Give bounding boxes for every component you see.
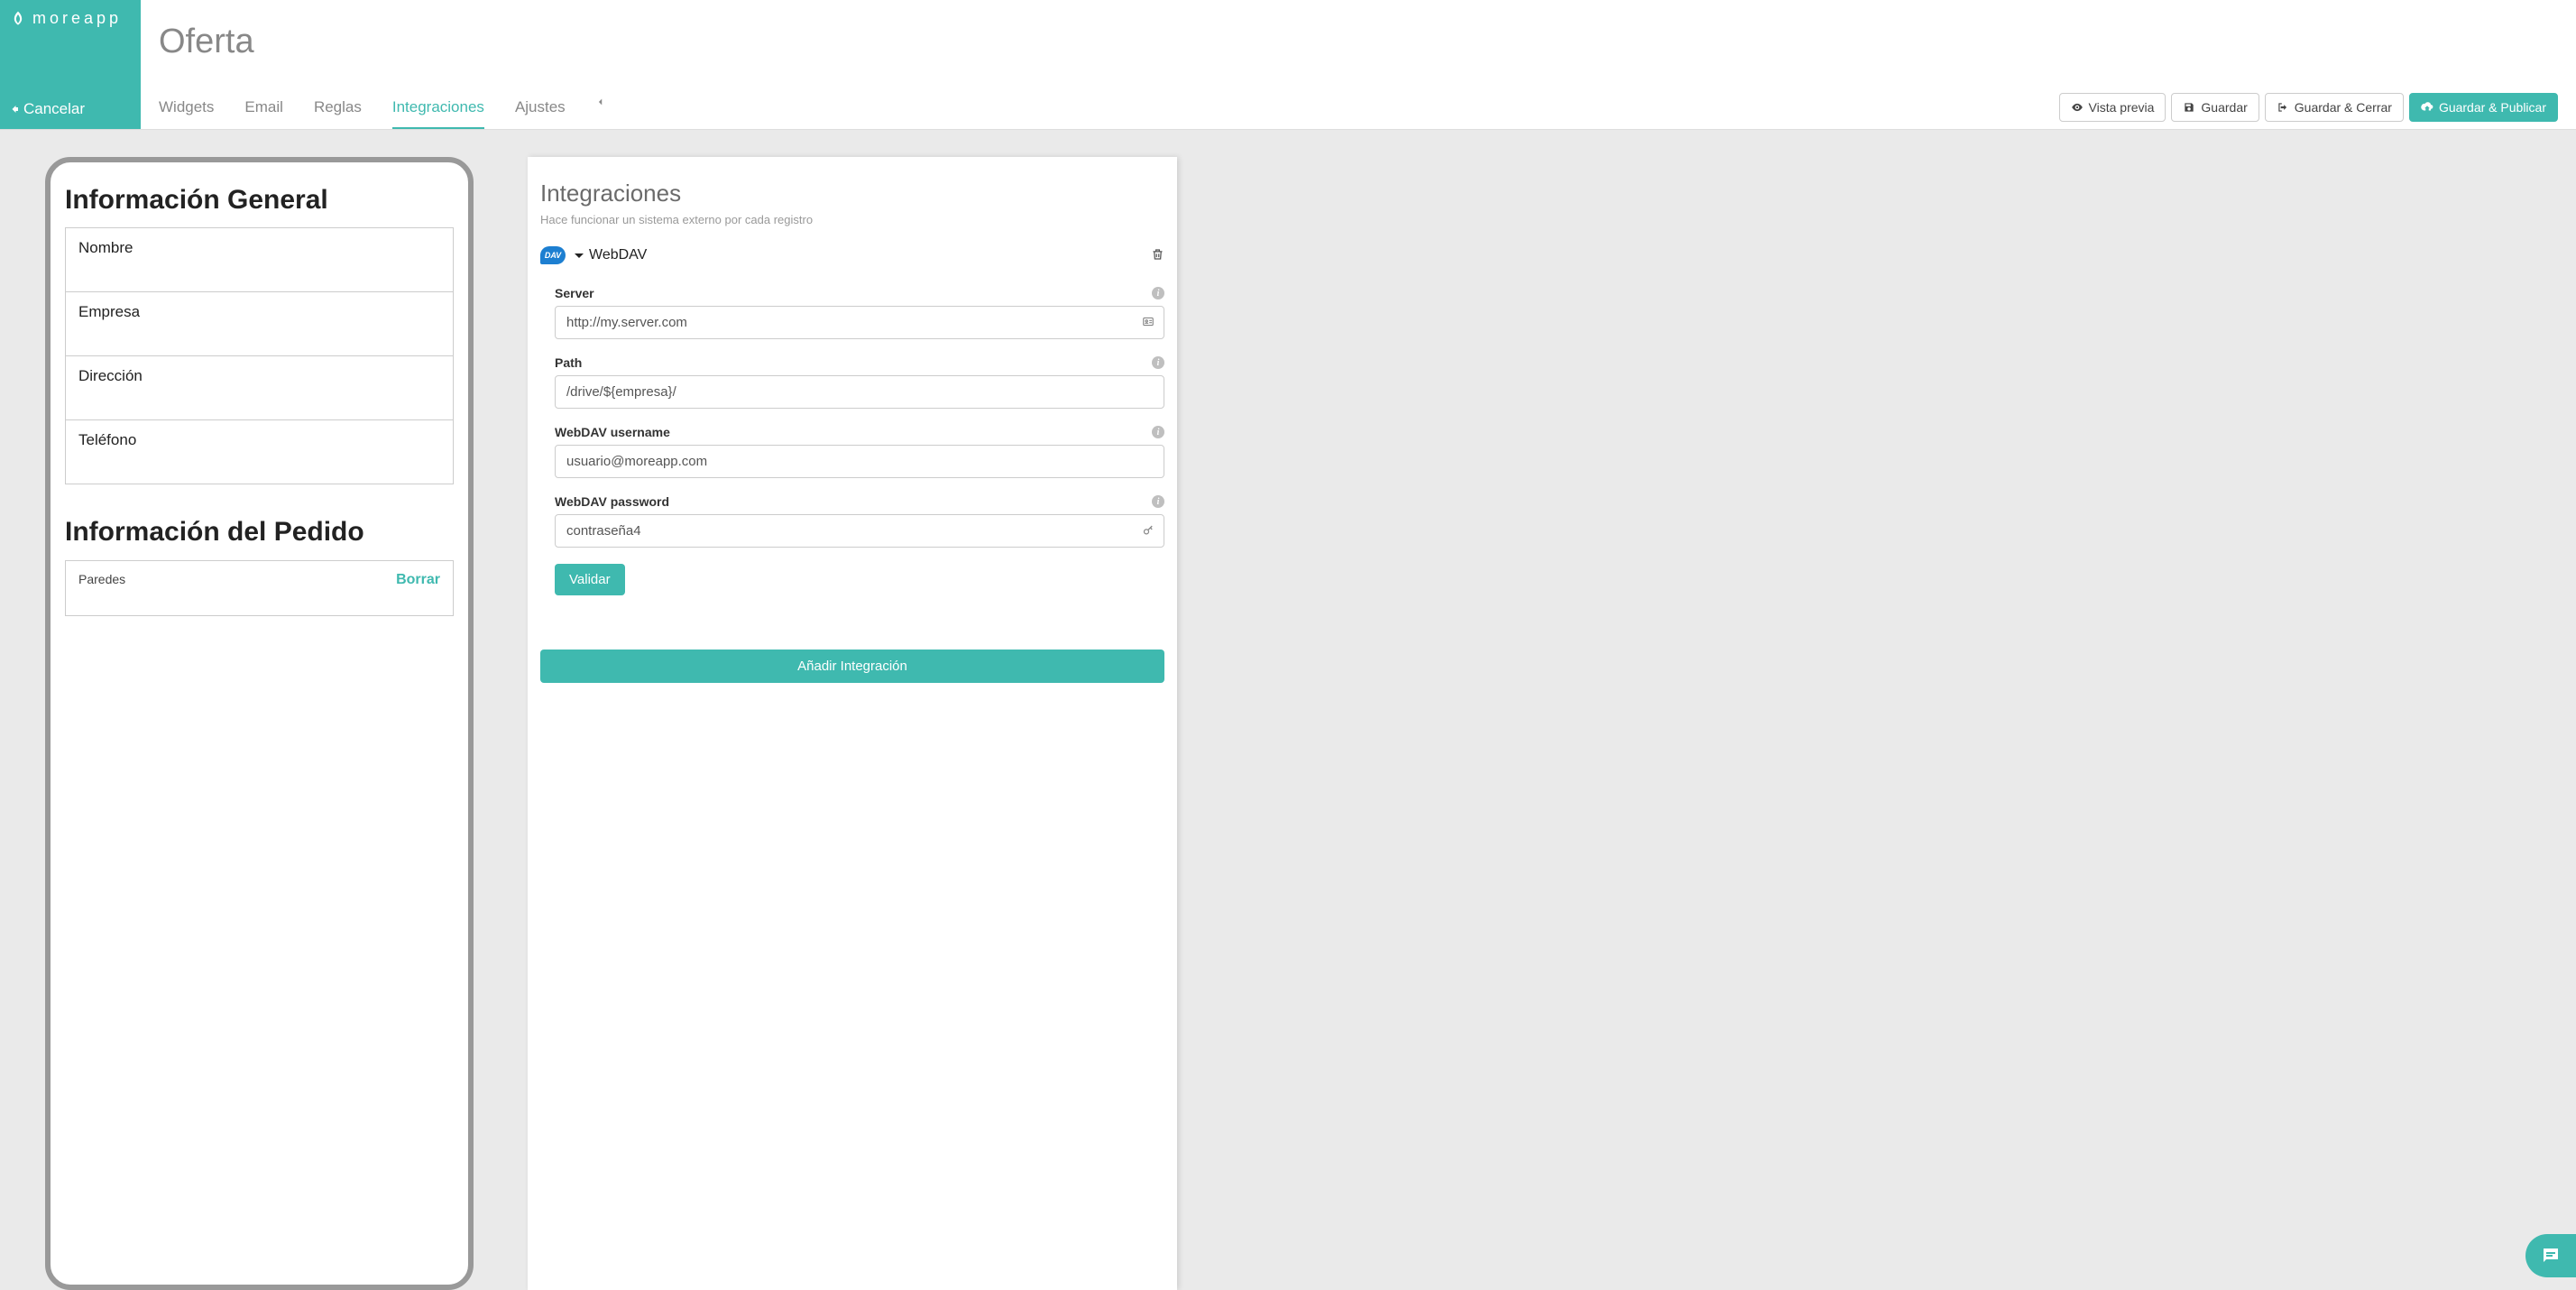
info-icon[interactable]: i	[1152, 356, 1164, 369]
cloud-upload-icon	[2421, 101, 2433, 114]
field-nombre[interactable]: Nombre	[65, 227, 454, 292]
panel-title: Integraciones	[540, 180, 1164, 207]
sign-out-icon	[2277, 101, 2289, 114]
integration-header[interactable]: DAV WebDAV	[540, 243, 1164, 268]
brand-logo: moreapp	[9, 9, 132, 28]
field-empresa[interactable]: Empresa	[65, 291, 454, 356]
tabs: Widgets Email Reglas Integraciones Ajust…	[159, 89, 605, 129]
info-icon[interactable]: i	[1152, 287, 1164, 299]
info-icon[interactable]: i	[1152, 495, 1164, 508]
chevron-left-icon[interactable]	[596, 96, 605, 124]
save-publish-label: Guardar & Publicar	[2439, 100, 2546, 115]
preview-label: Vista previa	[2089, 100, 2155, 115]
password-label: WebDAV password	[555, 494, 669, 509]
section-general-heading: Información General	[65, 185, 454, 216]
caret-down-icon	[575, 253, 584, 258]
cancel-button[interactable]: Cancelar	[9, 100, 132, 118]
username-label: WebDAV username	[555, 425, 670, 439]
trash-icon[interactable]	[1151, 247, 1164, 264]
tab-reglas[interactable]: Reglas	[314, 89, 362, 129]
save-button[interactable]: Guardar	[2171, 93, 2259, 122]
info-icon[interactable]: i	[1152, 426, 1164, 438]
brand-name: moreapp	[32, 9, 122, 28]
key-icon[interactable]	[1142, 523, 1155, 539]
save-close-button[interactable]: Guardar & Cerrar	[2265, 93, 2404, 122]
contact-card-icon[interactable]	[1141, 315, 1155, 330]
tab-ajustes[interactable]: Ajustes	[515, 89, 566, 129]
preview-button[interactable]: Vista previa	[2059, 93, 2167, 122]
server-input[interactable]	[555, 306, 1164, 339]
validate-button[interactable]: Validar	[555, 564, 625, 595]
floppy-icon	[2183, 101, 2195, 114]
form-preview: Información General Nombre Empresa Direc…	[45, 157, 474, 1290]
password-input[interactable]	[555, 514, 1164, 548]
borrar-button[interactable]: Borrar	[396, 572, 440, 588]
eye-icon	[2071, 101, 2084, 114]
field-paredes[interactable]: Paredes Borrar	[65, 560, 454, 616]
add-integration-button[interactable]: Añadir Integración	[540, 650, 1164, 683]
integrations-panel: Integraciones Hace funcionar un sistema …	[528, 157, 1177, 1290]
tab-integraciones[interactable]: Integraciones	[392, 89, 484, 129]
chat-widget-button[interactable]	[2525, 1234, 2576, 1277]
panel-subtitle: Hace funcionar un sistema externo por ca…	[540, 213, 1164, 226]
paredes-label: Paredes	[78, 572, 125, 586]
integration-name: WebDAV	[589, 247, 1142, 263]
chat-icon	[2540, 1245, 2562, 1267]
username-input[interactable]	[555, 445, 1164, 478]
path-input[interactable]	[555, 375, 1164, 409]
tab-widgets[interactable]: Widgets	[159, 89, 214, 129]
field-direccion[interactable]: Dirección	[65, 355, 454, 420]
cancel-label: Cancelar	[23, 100, 85, 118]
save-publish-button[interactable]: Guardar & Publicar	[2409, 93, 2558, 122]
field-telefono[interactable]: Teléfono	[65, 419, 454, 484]
path-label: Path	[555, 355, 582, 370]
dav-badge-icon: DAV	[540, 246, 566, 264]
section-pedido-heading: Información del Pedido	[65, 517, 454, 548]
tab-email[interactable]: Email	[244, 89, 283, 129]
arrow-left-icon	[9, 104, 20, 115]
server-label: Server	[555, 286, 594, 300]
save-label: Guardar	[2201, 100, 2247, 115]
page-title: Oferta	[159, 23, 2558, 61]
save-close-label: Guardar & Cerrar	[2295, 100, 2392, 115]
leaf-icon	[9, 10, 27, 28]
